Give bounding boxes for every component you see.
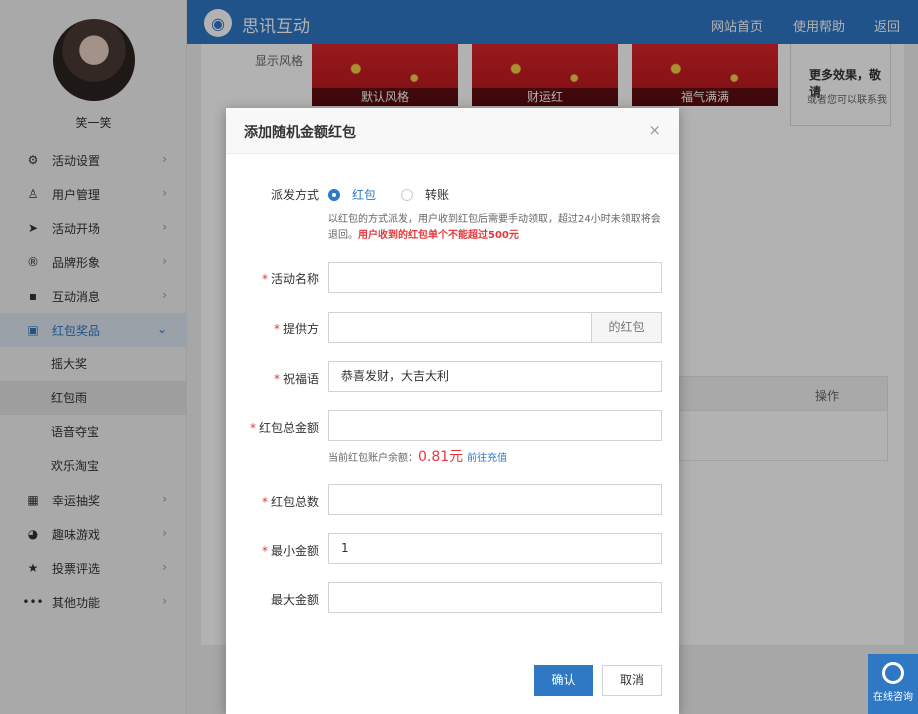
- max-amount-label: 最大金额: [270, 593, 319, 607]
- online-consult-button[interactable]: 在线咨询: [868, 654, 918, 714]
- provider-suffix: 的红包: [591, 312, 662, 343]
- provider-label: * 提供方: [274, 320, 319, 337]
- min-amount-label-text: 最小金额: [270, 544, 319, 558]
- balance-amount: 0.81元: [418, 449, 464, 465]
- min-amount-label: * 最小金额: [262, 542, 319, 559]
- max-amount-input[interactable]: [328, 582, 662, 613]
- activity-name-label: * 活动名称: [262, 270, 319, 287]
- add-random-red-packet-dialog: 添加随机金额红包 × 派发方式 红包 转账 以红包的方式派发，用户收到红包后需要…: [226, 108, 679, 714]
- radio-red-packet-label[interactable]: 红包: [352, 186, 376, 203]
- total-amount-input[interactable]: [328, 410, 662, 441]
- required-mark: *: [261, 495, 268, 509]
- required-mark: *: [261, 272, 268, 286]
- method-note: 以红包的方式派发，用户收到红包后需要手动领取，超过24小时未领取将会退回。用户收…: [328, 212, 668, 244]
- cancel-button[interactable]: 取消: [602, 665, 662, 696]
- recharge-link[interactable]: 前往充值: [467, 453, 507, 464]
- radio-red-packet[interactable]: [328, 189, 340, 201]
- required-mark: *: [273, 322, 280, 336]
- radio-transfer-label[interactable]: 转账: [425, 186, 449, 203]
- provider-label-text: 提供方: [282, 322, 319, 336]
- close-icon[interactable]: ×: [648, 121, 661, 139]
- blessing-input[interactable]: 恭喜发财，大吉大利: [328, 361, 662, 392]
- required-mark: *: [249, 421, 256, 435]
- method-warning: 用户收到的红包单个不能超过500元: [358, 230, 519, 241]
- required-mark: *: [261, 544, 268, 558]
- dialog-title: 添加随机金额红包: [244, 125, 356, 141]
- required-mark: *: [273, 372, 280, 386]
- total-amount-label-text: 红包总金额: [258, 421, 319, 435]
- activity-name-input[interactable]: [328, 262, 662, 293]
- min-amount-input[interactable]: 1: [328, 533, 662, 564]
- balance-info: 当前红包账户余额：0.81元 前往充值: [328, 446, 507, 466]
- confirm-button[interactable]: 确认: [534, 665, 593, 696]
- total-count-label: * 红包总数: [262, 493, 319, 510]
- dialog-header: 添加随机金额红包 ×: [226, 108, 679, 154]
- total-count-input[interactable]: [328, 484, 662, 515]
- provider-input[interactable]: [328, 312, 592, 343]
- total-count-label-text: 红包总数: [270, 495, 319, 509]
- blessing-label-text: 祝福语: [282, 372, 319, 386]
- activity-name-label-text: 活动名称: [270, 272, 319, 286]
- online-consult-label: 在线咨询: [873, 692, 913, 703]
- radio-transfer[interactable]: [401, 189, 413, 201]
- distribution-method-label: 派发方式: [270, 188, 319, 202]
- blessing-label: * 祝福语: [274, 370, 319, 387]
- headset-icon: [882, 662, 904, 684]
- total-amount-label: * 红包总金额: [250, 419, 319, 436]
- balance-label: 当前红包账户余额：: [328, 453, 418, 464]
